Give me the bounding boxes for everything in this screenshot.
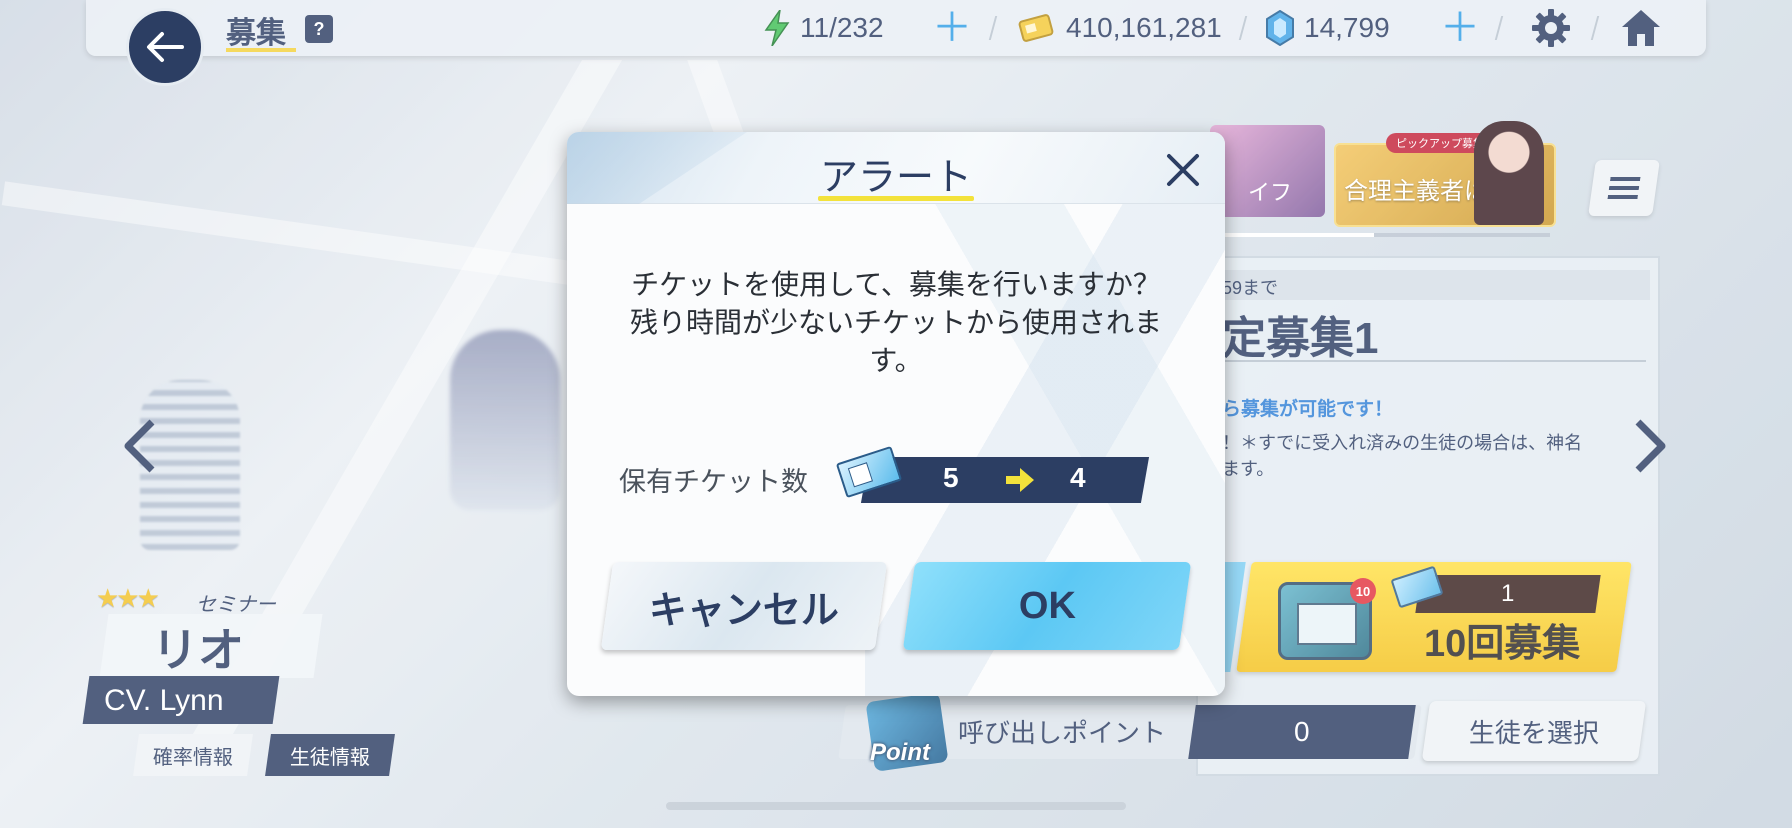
close-icon [1167,154,1199,186]
ticket-count-before: 5 [943,462,959,493]
dialog-message-line: チケットを使用して、募集を行いますか？ [631,269,1161,300]
title-underline [818,196,974,201]
ok-button-label: OK [1018,584,1076,627]
cancel-button[interactable]: キャンセル [600,562,888,650]
dialog-title: アラート [819,157,972,199]
arrow-right-icon [1003,463,1037,497]
ok-button[interactable]: OK [902,562,1192,650]
close-button[interactable] [1163,150,1203,190]
dialog-message-line: 残り時間が少ないチケットから使用されま [629,307,1162,338]
cancel-button-label: キャンセル [648,589,839,632]
alert-dialog: アラート チケットを使用して、募集を行いますか？ 残り時間が少ないチケットから使… [567,132,1225,696]
ticket-count-label: 保有チケット数 [619,467,808,497]
back-button[interactable] [126,8,204,86]
dialog-message-line: す。 [869,345,923,376]
dialog-message: チケットを使用して、募集を行いますか？ 残り時間が少ないチケットから使用されま … [587,266,1205,380]
back-arrow-icon [147,32,184,62]
ticket-count-after: 4 [1070,462,1086,493]
